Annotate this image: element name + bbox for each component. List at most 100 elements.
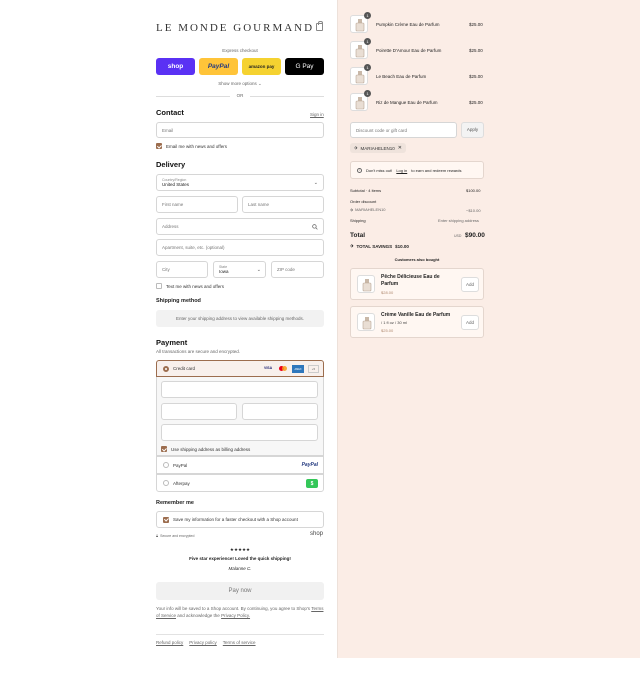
billing-address-option[interactable]: Use shipping address as billing address [161,446,250,452]
cart-item: 1 Riz de Mangue Eau de Parfum [350,90,486,112]
legal-text: Your info will be saved to a Shop accoun… [156,605,324,619]
name-on-card-field[interactable] [161,424,318,441]
subtotal-value: $100.00 [466,188,481,193]
upsell-name-line1: Pêche Délicieuse Eau de [381,274,440,280]
first-name-field[interactable]: First name [156,196,238,213]
footer-links: Refund policy Privacy policy Terms of se… [156,640,256,645]
text-offers-option[interactable]: Text me with news and offers [156,283,224,289]
security-code-field[interactable] [242,403,318,420]
state-select[interactable]: State Iowa ⌄ [213,261,266,278]
last-name-field[interactable]: Last name [242,196,324,213]
privacy-policy-link[interactable]: Privacy policy [189,640,217,645]
newsletter-label: Email me with news and offers [166,143,227,149]
or-label: OR [230,93,250,98]
newsletter-checkbox[interactable] [156,143,162,149]
upsell-card: Crème Vanille Eau de Parfum / 1 fl oz / … [350,306,484,338]
billing-address-checkbox[interactable] [161,446,167,452]
cart-item-price: $25.00 [469,22,483,27]
total-label: Total [350,232,366,239]
cart-item-name: Le Beach Eau de Parfum [376,74,427,79]
paypal-button[interactable]: PayPal [199,58,238,75]
brand-logo[interactable]: LE MONDE GOURMAND [156,22,312,34]
country-value: United States [162,182,190,187]
expiration-date-field[interactable] [161,403,237,420]
rewards-text-before: Don't miss out! [366,167,393,173]
address-field[interactable]: Address [156,218,324,235]
afterpay-logo: $ [306,479,318,488]
afterpay-label: Afterpay [173,480,190,486]
chevron-down-icon: ⌄ [256,267,261,273]
order-summary: 1 Pumpkin Crème Eau de Parfum $25.00 1 P… [337,0,640,658]
shopping-bag-icon[interactable] [316,21,323,31]
discount-tag-code: MARIAHELEN10 [360,145,395,151]
total-value: $90.00 [465,232,485,239]
savings-value: $10.00 [395,243,409,249]
review-author: Malanne C. [228,566,252,571]
sign-in-link[interactable]: Sign in [310,112,324,117]
quantity-badge: 1 [364,12,371,19]
remember-me-heading: Remember me [156,500,194,506]
afterpay-option[interactable]: Afterpay $ [156,474,324,492]
quantity-badge: 1 [364,90,371,97]
privacy-link[interactable]: Privacy Policy. [221,613,250,618]
credit-card-option[interactable]: Credit card VISA AMEX +5 [156,360,324,377]
legal-text-2: and acknowledge the [177,613,220,618]
save-info-checkbox[interactable] [163,516,169,523]
tag-icon: ⬗ [350,207,354,212]
text-offers-checkbox[interactable] [156,283,162,289]
checkout-main: LE MONDE GOURMAND Express checkout shop … [0,0,337,658]
discount-code-field[interactable]: Discount code or gift card [350,122,457,138]
cart-item: 1 Pumpkin Crème Eau de Parfum [350,12,486,34]
close-icon[interactable]: ✕ [398,145,402,151]
contact-heading: Contact [156,108,184,117]
google-pay-button[interactable]: G Pay [285,58,324,75]
paypal-option[interactable]: PayPal PayPal [156,456,324,474]
apply-button[interactable]: Apply [461,122,484,138]
discount-tag: ⬗ MARIAHELEN10 ✕ [350,143,406,153]
save-info-option[interactable]: Save my information for a faster checkou… [156,511,324,528]
discount-value: −$10.00 [466,208,481,213]
refund-policy-link[interactable]: Refund policy [156,640,183,645]
upsell-price: $25.00 [381,328,394,333]
visa-icon: VISA [264,366,273,370]
country-select[interactable]: Country/Region United States ⌄ [156,174,324,191]
shipping-value: Enter shipping address [438,218,479,223]
newsletter-option[interactable]: Email me with news and offers [156,143,227,149]
express-checkout-title: Express checkout [222,48,258,53]
terms-of-service-link[interactable]: Terms of service [223,640,256,645]
add-upsell-button[interactable]: Add [461,315,479,330]
total-savings: ⬗ TOTAL SAVINGS $10.00 [350,243,409,249]
lock-icon: 🔒︎ [156,533,159,538]
city-field[interactable]: City [156,261,208,278]
show-more-options-link[interactable]: Show more options ⌄ [156,81,324,87]
perfume-bottle-icon [362,317,372,330]
amazon-pay-button[interactable]: amazon pay [242,58,281,75]
pay-now-button[interactable]: Pay now [156,582,324,600]
search-icon [312,224,318,230]
payment-heading: Payment [156,338,188,347]
tag-icon: ⬗ [354,145,358,150]
apartment-field[interactable]: Apartment, suite, etc. (optional) [156,239,324,256]
shop-pay-button[interactable]: shop [156,58,195,75]
upsell-name-line2: Parfum [381,281,399,287]
credit-card-radio[interactable] [163,365,169,372]
perfume-bottle-icon [362,279,372,292]
shipping-label: Shipping [350,218,366,223]
subtotal-label: Subtotal · 4 items [350,188,382,193]
zip-code-field[interactable]: ZIP code [271,261,324,278]
chevron-down-icon: ⌄ [313,180,318,186]
rewards-text-after: to earn and redeem rewards [411,167,462,173]
applied-discount: ⬗ MARIAHELEN10 [350,207,386,212]
cart-item-price: $25.00 [469,100,483,105]
afterpay-radio[interactable] [163,480,169,486]
card-number-field[interactable] [161,381,318,398]
add-upsell-button[interactable]: Add [461,277,479,292]
paypal-logo: PayPal [301,462,318,468]
rewards-login-link[interactable]: Log in [396,168,407,173]
paypal-radio[interactable] [163,462,169,468]
info-icon: i [357,167,362,173]
email-field[interactable]: Email [156,122,324,138]
delivery-heading: Delivery [156,160,186,169]
quantity-badge: 1 [364,64,371,71]
cart-item: 1 Poirette D'Amour Eau de Parfum [350,38,486,60]
